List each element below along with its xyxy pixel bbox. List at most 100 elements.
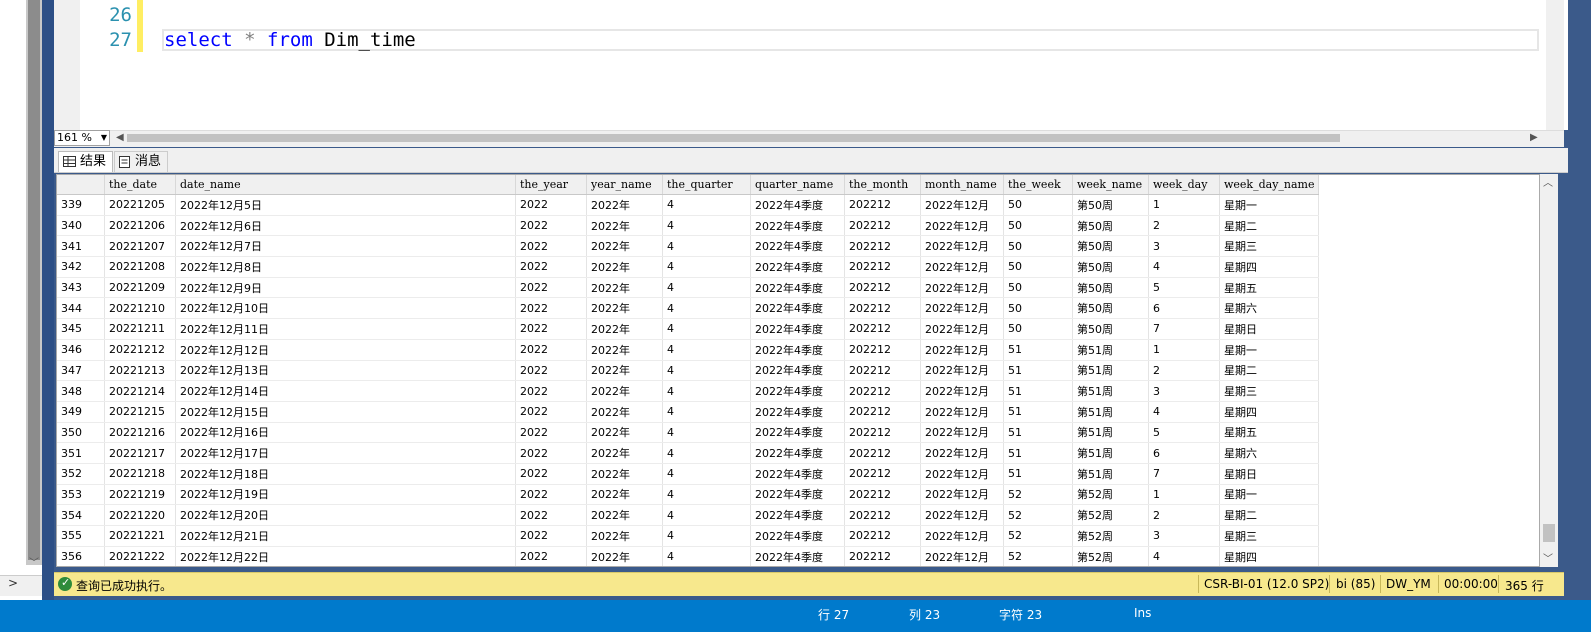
cell-week-name[interactable]: 第50周 [1072,194,1149,216]
cell-week-name[interactable]: 第51周 [1072,339,1149,361]
cell-the-year[interactable]: 2022 [515,380,587,402]
cell-week-day-name[interactable]: 星期二 [1219,360,1319,382]
cell-the-year[interactable]: 2022 [515,339,587,361]
cell-the-date[interactable]: 20221206 [104,215,176,237]
table-row[interactable]: 355 20221221 2022年12月21日 2022 2022年 4 2022年4季度… [57,525,1319,547]
cell-date-name[interactable]: 2022年12月16日 [175,422,516,444]
cell-year-name[interactable]: 2022年 [586,484,663,506]
row-number[interactable]: 345 [57,318,105,340]
cell-date-name[interactable]: 2022年12月19日 [175,484,516,506]
cell-date-name[interactable]: 2022年12月15日 [175,401,516,423]
cell-quarter-name[interactable]: 2022年4季度 [750,422,845,444]
cell-the-month[interactable]: 202212 [844,297,921,320]
cell-month-name[interactable]: 2022年12月 [920,546,1004,566]
cell-the-week[interactable]: 51 [1003,401,1073,423]
row-number[interactable]: 342 [57,256,105,278]
cell-the-month[interactable]: 202212 [844,256,921,278]
cell-quarter-name[interactable]: 2022年4季度 [750,215,845,237]
cell-year-name[interactable]: 2022年 [586,360,663,382]
cell-month-name[interactable]: 2022年12月 [920,463,1004,485]
cell-the-date[interactable]: 20221214 [104,380,176,402]
cell-week-day-name[interactable]: 星期二 [1219,215,1319,237]
cell-week-day[interactable]: 1 [1148,194,1220,216]
table-row[interactable]: 348 20221214 2022年12月14日 2022 2022年 4 2022年4季度… [57,380,1319,402]
cell-month-name[interactable]: 2022年12月 [920,360,1004,382]
cell-month-name[interactable]: 2022年12月 [920,339,1004,361]
cell-quarter-name[interactable]: 2022年4季度 [750,401,845,423]
cell-quarter-name[interactable]: 2022年4季度 [750,525,845,547]
row-number[interactable]: 343 [57,277,105,299]
cell-date-name[interactable]: 2022年12月17日 [175,442,516,464]
cell-week-day-name[interactable]: 星期四 [1219,401,1319,423]
cell-date-name[interactable]: 2022年12月8日 [175,256,516,278]
cell-week-day[interactable]: 3 [1148,525,1220,547]
cell-the-year[interactable]: 2022 [515,297,587,320]
cell-year-name[interactable]: 2022年 [586,194,663,216]
cell-year-name[interactable]: 2022年 [586,297,663,320]
cell-week-day[interactable]: 3 [1148,380,1220,402]
cell-the-quarter[interactable]: 4 [662,504,751,526]
cell-year-name[interactable]: 2022年 [586,442,663,464]
cell-the-week[interactable]: 51 [1003,339,1073,361]
cell-the-week[interactable]: 51 [1003,442,1073,464]
editor-vertical-scrollbar[interactable] [1546,0,1564,130]
cell-month-name[interactable]: 2022年12月 [920,504,1004,526]
cell-year-name[interactable]: 2022年 [586,215,663,237]
cell-the-year[interactable]: 2022 [515,484,587,506]
cell-quarter-name[interactable]: 2022年4季度 [750,297,845,320]
table-row[interactable]: 351 20221217 2022年12月17日 2022 2022年 4 2022年4季度… [57,442,1319,464]
grid-scroll-thumb[interactable] [1543,524,1555,542]
column-header-the-date[interactable]: the_date [104,175,176,195]
cell-the-month[interactable]: 202212 [844,463,921,485]
cell-the-year[interactable]: 2022 [515,256,587,278]
cell-week-day[interactable]: 1 [1148,484,1220,506]
cell-week-name[interactable]: 第50周 [1072,318,1149,340]
cell-year-name[interactable]: 2022年 [586,401,663,423]
cell-week-day[interactable]: 7 [1148,463,1220,485]
table-row[interactable]: 350 20221216 2022年12月16日 2022 2022年 4 2022年4季度… [57,422,1319,444]
cell-the-week[interactable]: 52 [1003,504,1073,526]
cell-quarter-name[interactable]: 2022年4季度 [750,546,845,566]
chevron-down-icon[interactable]: ﹀ [1543,550,1553,565]
row-number[interactable]: 346 [57,339,105,361]
cell-week-day[interactable]: 2 [1148,215,1220,237]
cell-week-name[interactable]: 第52周 [1072,504,1149,526]
cell-week-name[interactable]: 第52周 [1072,525,1149,547]
cell-the-year[interactable]: 2022 [515,318,587,340]
cell-year-name[interactable]: 2022年 [586,318,663,340]
cell-the-quarter[interactable]: 4 [662,318,751,340]
cell-the-month[interactable]: 202212 [844,525,921,547]
cell-week-day[interactable]: 5 [1148,277,1220,299]
cell-week-day-name[interactable]: 星期二 [1219,504,1319,526]
cell-week-name[interactable]: 第50周 [1072,256,1149,278]
cell-month-name[interactable]: 2022年12月 [920,422,1004,444]
results-grid[interactable]: the_date date_name the_year year_name the_qu… [56,174,1540,567]
cell-week-day-name[interactable]: 星期六 [1219,442,1319,464]
cell-the-week[interactable]: 52 [1003,484,1073,506]
cell-the-month[interactable]: 202212 [844,318,921,340]
table-row[interactable]: 342 20221208 2022年12月8日 2022 2022年 4 2022年4季度 2… [57,256,1319,278]
scroll-left-icon[interactable]: ◀ [116,130,124,146]
table-row[interactable]: 352 20221218 2022年12月18日 2022 2022年 4 2022年4季度… [57,463,1319,485]
cell-week-day-name[interactable]: 星期一 [1219,484,1319,506]
grid-vertical-scrollbar[interactable]: ︿ ﹀ [1540,174,1558,567]
cell-the-quarter[interactable]: 4 [662,235,751,258]
cell-the-month[interactable]: 202212 [844,504,921,526]
cell-date-name[interactable]: 2022年12月5日 [175,194,516,216]
cell-the-month[interactable]: 202212 [844,194,921,216]
cell-month-name[interactable]: 2022年12月 [920,215,1004,237]
tab-messages[interactable]: 消息 [114,151,169,172]
cell-the-quarter[interactable]: 4 [662,277,751,299]
cell-date-name[interactable]: 2022年12月6日 [175,215,516,237]
row-number[interactable]: 351 [57,442,105,464]
cell-quarter-name[interactable]: 2022年4季度 [750,318,845,340]
cell-the-quarter[interactable]: 4 [662,442,751,464]
cell-week-day-name[interactable]: 星期六 [1219,297,1319,320]
code-line[interactable]: select * from Dim_time [164,29,416,51]
cell-week-day[interactable]: 4 [1148,401,1220,423]
table-row[interactable]: 353 20221219 2022年12月19日 2022 2022年 4 2022年4季度… [57,484,1319,506]
row-number[interactable]: 348 [57,380,105,402]
row-number[interactable]: 353 [57,484,105,506]
cell-quarter-name[interactable]: 2022年4季度 [750,380,845,402]
table-row[interactable]: 354 20221220 2022年12月20日 2022 2022年 4 2022年4季度… [57,504,1319,526]
